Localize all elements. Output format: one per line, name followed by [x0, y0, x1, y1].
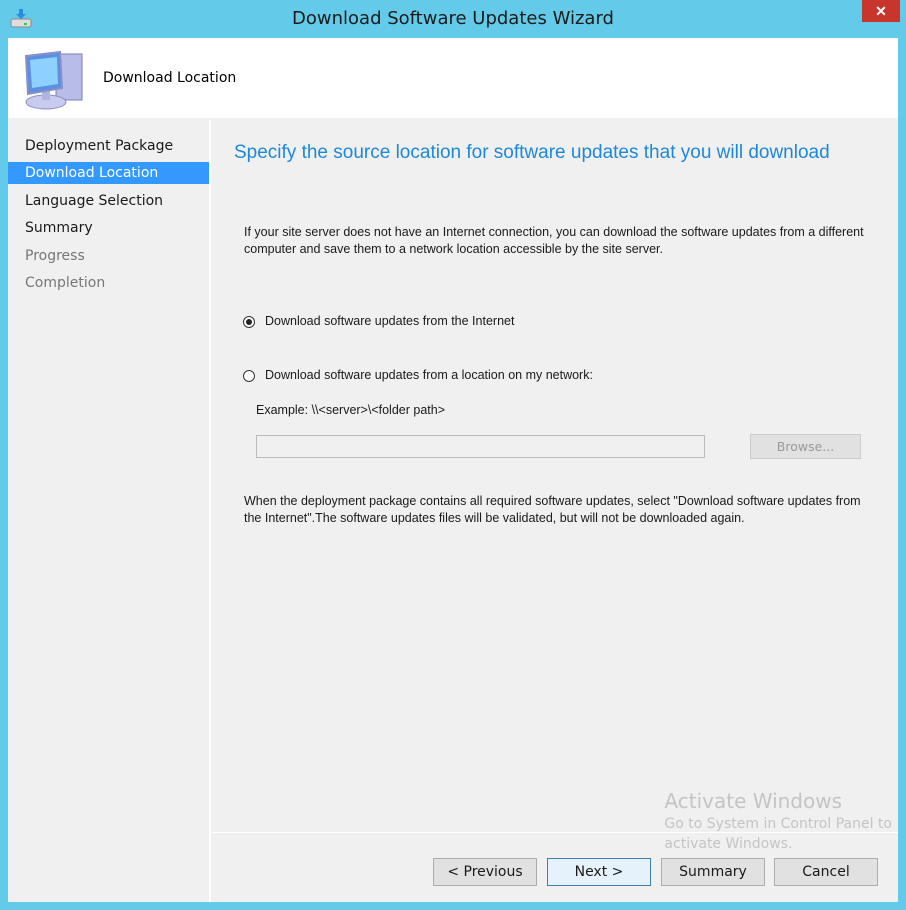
page-header-title: Download Location	[103, 70, 237, 86]
step-summary[interactable]: Summary	[8, 217, 209, 239]
internet-radio-label[interactable]: Download software updates from the Inter…	[265, 313, 514, 330]
browse-button[interactable]: Browse...	[750, 434, 861, 459]
activation-watermark-line2: Go to System in Control Panel to	[664, 816, 892, 832]
step-completion: Completion	[25, 275, 106, 291]
activation-watermark-line3: activate Windows.	[664, 836, 793, 852]
page-heading: Specify the source location for software…	[234, 142, 830, 163]
wizard-content: Specify the source location for software…	[212, 120, 898, 902]
network-radio-label[interactable]: Download software updates from a locatio…	[265, 367, 593, 384]
step-download-location[interactable]: Download Location	[8, 162, 209, 184]
step-progress: Progress	[25, 248, 85, 264]
network-radio[interactable]	[243, 370, 255, 382]
window-title: Download Software Updates Wizard	[292, 8, 614, 29]
activation-watermark: Activate Windows Go to System in Control…	[664, 788, 892, 854]
summary-button[interactable]: Summary	[661, 858, 765, 886]
step-deployment-package[interactable]: Deployment Package	[8, 135, 209, 157]
internet-radio[interactable]	[243, 316, 255, 328]
network-path-input[interactable]	[256, 435, 705, 458]
wizard-header: Download Location	[8, 38, 898, 118]
wizard-steps-sidebar: Deployment Package Download Location Lan…	[8, 120, 211, 902]
cancel-button[interactable]: Cancel	[774, 858, 878, 886]
intro-text: If your site server does not have an Int…	[244, 225, 864, 256]
wizard-window: Download Location Deployment Package Dow…	[8, 38, 898, 902]
download-drive-icon	[10, 9, 32, 28]
next-button[interactable]: Next >	[547, 858, 651, 886]
activation-watermark-title: Activate Windows	[664, 789, 843, 813]
note-text: When the deployment package contains all…	[244, 494, 861, 525]
step-language-selection[interactable]: Language Selection	[8, 190, 209, 212]
close-button[interactable]: ✕	[862, 0, 900, 22]
example-text: Example: \\<server>\<folder path>	[256, 403, 445, 417]
previous-button[interactable]: < Previous	[433, 858, 537, 886]
computer-icon	[24, 50, 83, 110]
